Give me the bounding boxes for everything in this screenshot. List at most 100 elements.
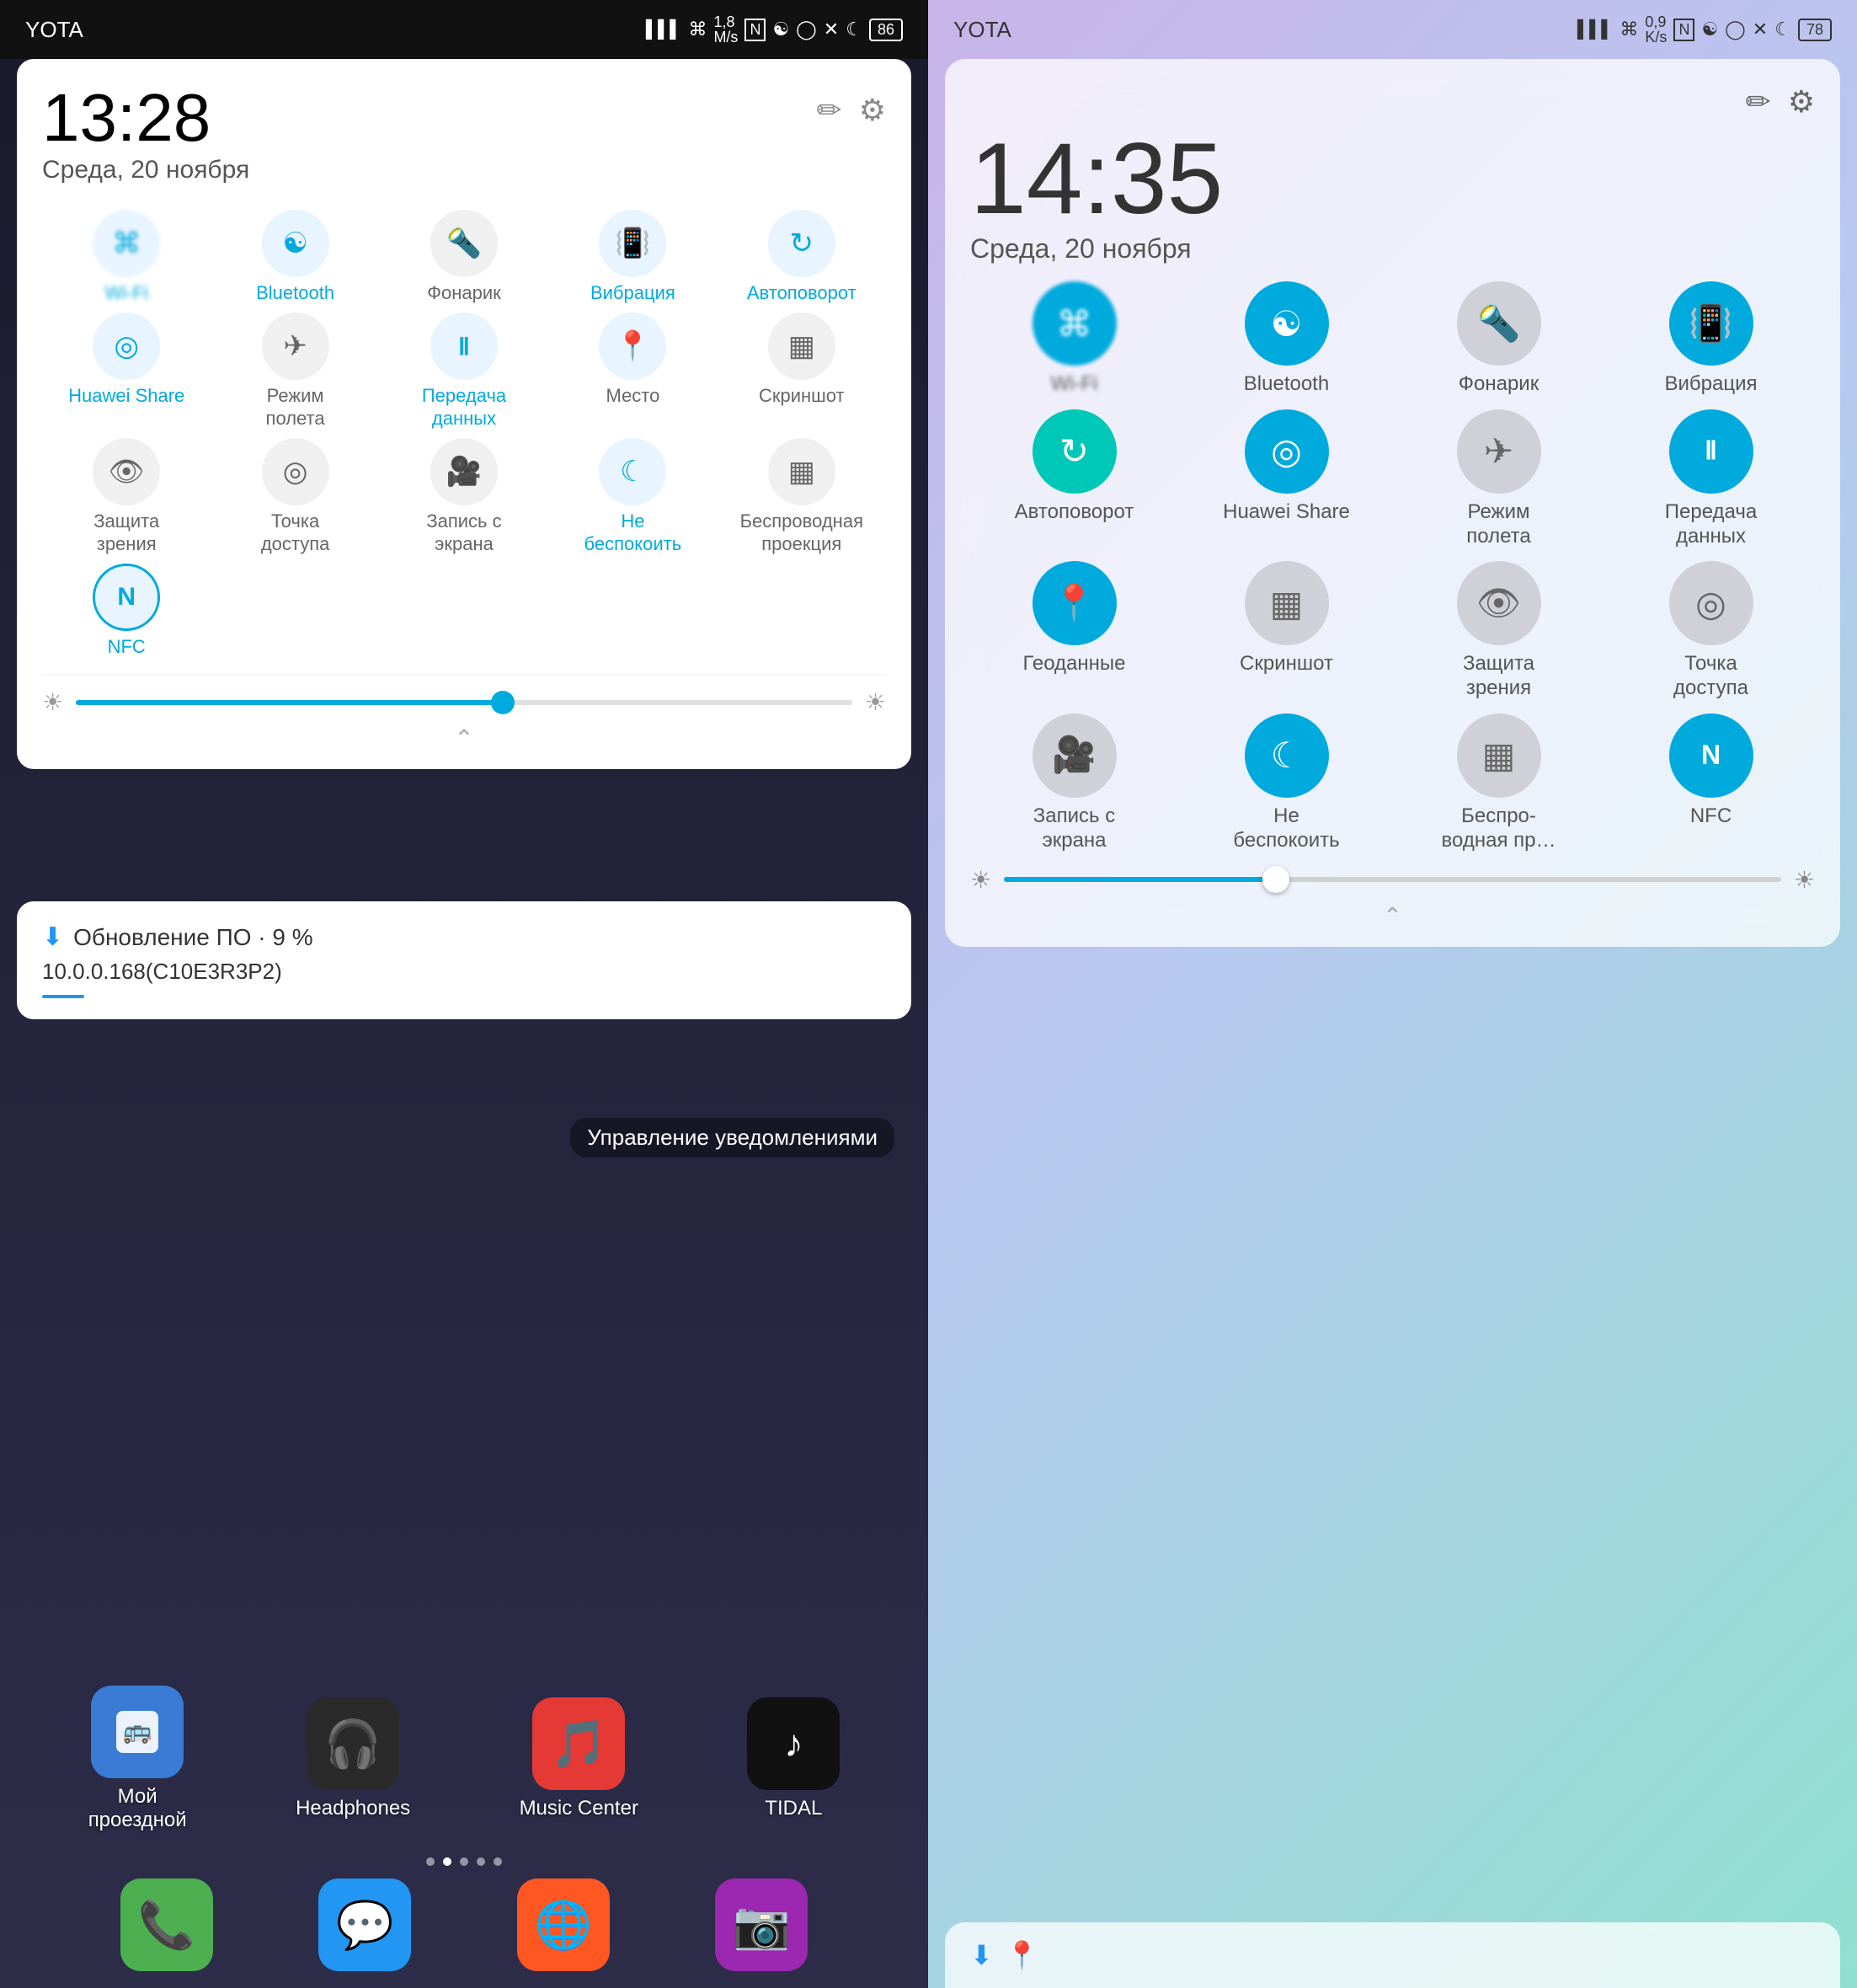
- toggle-nfc-left[interactable]: N NFC: [42, 564, 211, 658]
- dock-phone[interactable]: 📞: [120, 1878, 213, 1971]
- rot-toggle-icon-left: ↻: [768, 210, 835, 277]
- toggle-dnd-right[interactable]: ☾ Не беспокоить: [1182, 713, 1390, 853]
- toggle-wifi-right[interactable]: ⌘ Wi-Fi: [970, 281, 1178, 397]
- brightness-low-icon-right: ☀: [970, 866, 991, 894]
- app-tidal[interactable]: ♪ TIDAL: [747, 1697, 840, 1820]
- toggle-geo-right[interactable]: 📍 Геоданные: [970, 561, 1178, 701]
- battery-right: 78: [1798, 19, 1832, 41]
- vib-circle-right: 📳: [1669, 281, 1753, 366]
- vib-toggle-label-left: Вибрация: [590, 282, 675, 304]
- toggle-hotspot-left[interactable]: ◎ Точка доступа: [211, 438, 379, 555]
- bottom-notif-right: ⬇ 📍: [945, 1922, 1840, 1988]
- air-toggle-label-left: Режим полета: [266, 385, 325, 430]
- dot-5: [494, 1857, 502, 1866]
- notif-manage-text-left[interactable]: Управление уведомлениями: [570, 1118, 894, 1157]
- collapse-arrow-left[interactable]: ⌃: [42, 724, 886, 752]
- app-headphones-label: Headphones: [296, 1797, 410, 1820]
- toggle-air-right[interactable]: ✈ Режим полета: [1395, 409, 1603, 549]
- qs-time-left: 13:28: [42, 84, 249, 152]
- signal-icon-right: ▌▌▌: [1577, 20, 1614, 40]
- toggle-sr-right[interactable]: 🎥 Запись с экрана: [970, 713, 1178, 853]
- app-headphones[interactable]: 🎧 Headphones: [296, 1697, 410, 1820]
- vib-toggle-icon-left: 📳: [599, 210, 666, 277]
- ss-label-right: Скриншот: [1240, 652, 1333, 676]
- notif-card-left: ⬇ Обновление ПО · 9 % 10.0.0.168(C10E3R3…: [17, 901, 911, 1019]
- toggle-dnd-left[interactable]: ☾ Не беспокоить: [548, 438, 717, 555]
- toggle-flash-right[interactable]: 🔦 Фонарик: [1395, 281, 1603, 397]
- toggle-vibration-left[interactable]: 📳 Вибрация: [548, 210, 717, 304]
- brightness-fill-right: [1004, 877, 1276, 882]
- hot-toggle-label-left: Точка доступа: [261, 510, 330, 555]
- toggle-bluetooth-left[interactable]: ☯ Bluetooth: [211, 210, 379, 304]
- settings-icon-left[interactable]: ⚙: [859, 93, 886, 128]
- eye-toggle-icon-left: 👁: [93, 438, 160, 505]
- toggle-airplane-left[interactable]: ✈ Режим полета: [211, 313, 379, 430]
- wifi-toggle-label-left: Wi-Fi: [105, 282, 148, 304]
- toggle-wproj-left[interactable]: ▦ Беспроводная проекция: [718, 438, 886, 555]
- eye-circle-right: 👁: [1457, 561, 1541, 645]
- toggle-ss-right[interactable]: ▦ Скриншот: [1182, 561, 1390, 701]
- toggle-vib-right[interactable]: 📳 Вибрация: [1607, 281, 1815, 397]
- moon-icon-right: ☾: [1774, 19, 1791, 40]
- brightness-high-icon-right: ☀: [1794, 866, 1815, 894]
- toggle-screenshot-left[interactable]: ▦ Скриншот: [718, 313, 886, 430]
- geo-circle-right: 📍: [1033, 561, 1117, 645]
- notif-manage-row-left: Управление уведомлениями: [0, 1112, 928, 1162]
- loc-toggle-icon-left: 📍: [599, 313, 666, 380]
- dock-messages[interactable]: 💬: [318, 1878, 411, 1971]
- settings-icon-right[interactable]: ⚙: [1788, 84, 1815, 120]
- geo-label-right: Геоданные: [1022, 652, 1125, 676]
- brightness-thumb-right[interactable]: [1262, 866, 1289, 893]
- toggle-location-left[interactable]: 📍 Место: [548, 313, 717, 430]
- brightness-thumb-left[interactable]: [491, 691, 515, 714]
- toggle-hshare-left[interactable]: ◎ Huawei Share: [42, 313, 211, 430]
- toggle-rot-right[interactable]: ↻ Автоповорот: [970, 409, 1178, 549]
- bt-status-right: ☯: [1701, 19, 1718, 40]
- hs-toggle-icon-left: ◎: [93, 313, 160, 380]
- hot-toggle-icon-left: ◎: [262, 438, 329, 505]
- app-music-center-label: Music Center: [520, 1797, 638, 1820]
- toggle-nfc-right[interactable]: N NFC: [1607, 713, 1815, 853]
- sr-toggle-icon-left: 🎥: [430, 438, 498, 505]
- dock-chrome[interactable]: 🌐: [517, 1878, 610, 1971]
- toggle-wp-right[interactable]: ▦ Беспро- водная пр…: [1395, 713, 1603, 853]
- toggle-bt-right[interactable]: ☯ Bluetooth: [1182, 281, 1390, 397]
- wp-toggle-label-left: Беспроводная проекция: [740, 510, 863, 555]
- speed-left: 1,8M/s: [713, 14, 738, 45]
- toggle-wifi-left[interactable]: ⌘ Wi-Fi: [42, 210, 211, 304]
- toggle-data-left[interactable]: Ⅱ Передача данных: [380, 313, 548, 430]
- brightness-track-right[interactable]: [1004, 877, 1781, 882]
- toggle-screenrec-left[interactable]: 🎥 Запись с экрана: [380, 438, 548, 555]
- nfc-toggle-label-left: NFC: [108, 636, 146, 658]
- battery-left: 86: [869, 19, 903, 41]
- qs-header-right: ✏ ⚙ 14:35 Среда, 20 ноября: [970, 84, 1815, 265]
- app-music-center-icon: 🎵: [532, 1697, 625, 1790]
- toggle-eye-left[interactable]: 👁 Защита зрения: [42, 438, 211, 555]
- toggle-eye-right[interactable]: 👁 Защита зрения: [1395, 561, 1603, 701]
- toggle-hot-right[interactable]: ◎ Точка доступа: [1607, 561, 1815, 701]
- wifi-label-right: Wi-Fi: [1051, 372, 1098, 397]
- divider-left: [42, 675, 886, 676]
- dnd-label-right: Не беспокоить: [1233, 804, 1339, 853]
- toggle-flashlight-left[interactable]: 🔦 Фонарик: [380, 210, 548, 304]
- toggle-hs-right[interactable]: ◎ Huawei Share: [1182, 409, 1390, 549]
- edit-icon-left[interactable]: ✏: [817, 93, 842, 128]
- app-proezdnoy[interactable]: 🚌 Мой проездной: [88, 1686, 187, 1832]
- toggles-grid-right: ⌘ Wi-Fi ☯ Bluetooth 🔦 Фонарик 📳 Вибрация…: [970, 281, 1815, 853]
- page-dots-left: [0, 1857, 928, 1866]
- bt-status-left: ☯: [772, 19, 789, 40]
- eye-toggle-label-left: Защита зрения: [93, 510, 159, 555]
- ss-circle-right: ▦: [1245, 561, 1329, 645]
- dock-camera[interactable]: 📷: [715, 1878, 808, 1971]
- nfc-label-right: NFC: [1690, 804, 1732, 829]
- sr-circle-right: 🎥: [1033, 713, 1117, 798]
- qs-header-left: 13:28 Среда, 20 ноября ✏ ⚙: [42, 84, 886, 184]
- app-music-center[interactable]: 🎵 Music Center: [520, 1697, 638, 1820]
- wifi-icon-right: ⌘: [1620, 19, 1638, 40]
- toggle-autorotate-left[interactable]: ↻ Автоповорот: [718, 210, 886, 304]
- brightness-track-left[interactable]: [76, 700, 852, 705]
- edit-icon-right[interactable]: ✏: [1746, 84, 1771, 120]
- toggle-data-right[interactable]: Ⅱ Передача данных: [1607, 409, 1815, 549]
- app-proezdnoy-icon: 🚌: [91, 1686, 184, 1778]
- collapse-arrow-right[interactable]: ⌃: [970, 902, 1815, 930]
